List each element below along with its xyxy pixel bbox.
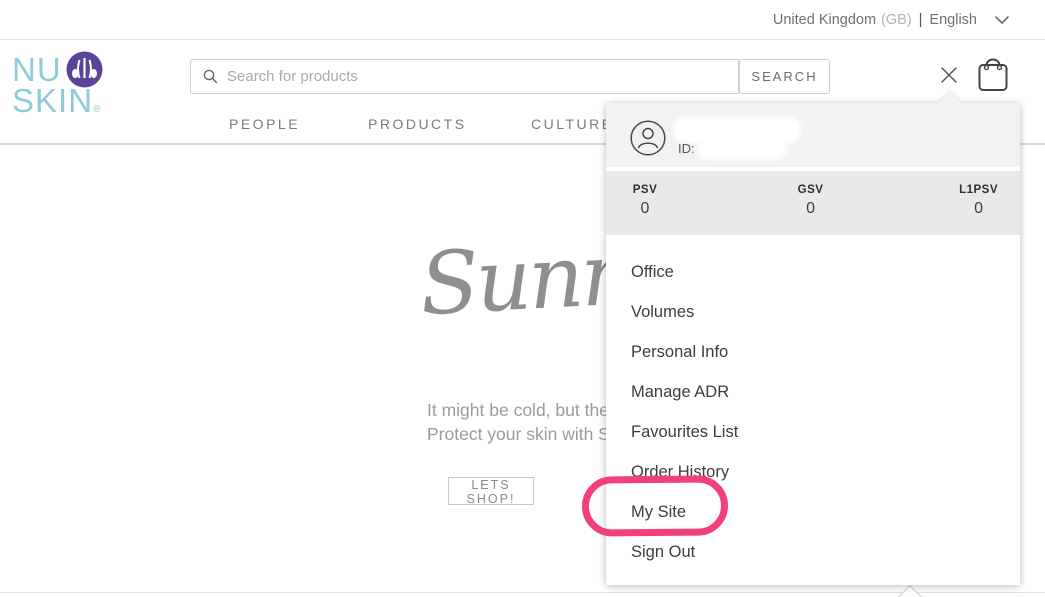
stat-l1psv-value: 0 (959, 200, 998, 218)
stat-l1psv: L1PSV 0 (959, 184, 998, 235)
stat-psv-label: PSV (628, 184, 662, 196)
redacted-user-id (700, 141, 784, 157)
hero-text-line2: Protect your skin with S (427, 424, 610, 445)
stat-psv-value: 0 (628, 200, 662, 218)
nav-item-culture[interactable]: CULTURE (531, 116, 614, 132)
stat-gsv-label: GSV (794, 184, 828, 196)
menu-item-volumes[interactable]: Volumes (606, 292, 1020, 332)
country-label: United Kingdom (773, 12, 876, 28)
page: United Kingdom (GB) | English NU (0, 0, 1045, 597)
account-menu-list: Office Volumes Personal Info Manage ADR … (606, 252, 1020, 572)
nav-item-products[interactable]: PRODUCTS (368, 116, 467, 132)
redacted-user-name (676, 120, 798, 140)
search-bar (190, 59, 739, 94)
stat-l1psv-label: L1PSV (959, 184, 998, 196)
user-id-label: ID: (678, 141, 695, 156)
close-icon[interactable] (938, 64, 960, 86)
menu-item-office[interactable]: Office (606, 252, 1020, 292)
registered-mark: ® (93, 104, 101, 115)
language-label: English (929, 12, 977, 28)
menu-item-personal-info[interactable]: Personal Info (606, 332, 1020, 372)
country-code: (GB) (881, 12, 912, 28)
menu-item-sign-out[interactable]: Sign Out (606, 532, 1020, 572)
account-header: ID: (606, 103, 1020, 167)
locale-separator: | (919, 12, 923, 28)
lets-shop-button[interactable]: LETS SHOP! (448, 477, 534, 505)
shopping-bag-icon[interactable] (976, 55, 1010, 93)
nav-item-people[interactable]: PEOPLE (229, 116, 300, 132)
volume-stats: PSV 0 GSV 0 L1PSV 0 (606, 171, 1020, 235)
stat-psv: PSV 0 (628, 184, 662, 235)
locale-selector[interactable]: United Kingdom (GB) | English (773, 11, 1011, 29)
bottom-divider (0, 592, 1045, 593)
stat-gsv-value: 0 (794, 200, 828, 218)
nuskin-logo[interactable]: NU SKIN® (12, 53, 103, 117)
chevron-down-icon (993, 11, 1011, 29)
menu-item-order-history[interactable]: Order History (606, 452, 1020, 492)
logo-text-skin: SKIN (12, 82, 93, 119)
search-icon (203, 69, 218, 84)
menu-item-manage-adr[interactable]: Manage ADR (606, 372, 1020, 412)
stat-gsv: GSV 0 (794, 184, 828, 235)
menu-item-my-site[interactable]: My Site (606, 492, 1020, 532)
search-button[interactable]: SEARCH (739, 59, 830, 94)
user-avatar-icon (630, 120, 666, 156)
menu-item-favourites-list[interactable]: Favourites List (606, 412, 1020, 452)
bottom-caret (896, 585, 924, 597)
account-dropdown: ID: PSV 0 GSV 0 L1PSV 0 Office Volumes P… (606, 103, 1020, 585)
locale-bar: United Kingdom (GB) | English (0, 0, 1045, 40)
hero-text-line1: It might be cold, but the (427, 400, 609, 421)
search-input[interactable] (227, 68, 726, 85)
